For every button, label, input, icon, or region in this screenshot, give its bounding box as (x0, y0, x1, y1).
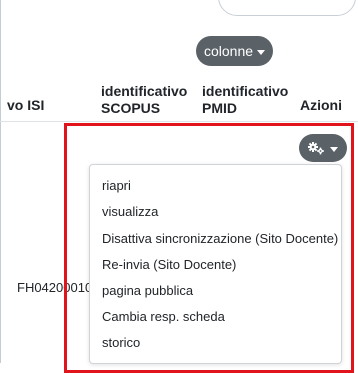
column-header-scopus-line1: identificativo (101, 83, 188, 99)
menu-item-visualizza[interactable]: visualizza (102, 204, 158, 219)
actions-dropdown-button[interactable] (299, 134, 347, 162)
caret-down-icon (330, 146, 338, 152)
gears-icon (308, 141, 324, 154)
table-header-divider (0, 121, 358, 122)
column-header-scopus[interactable]: identificativo SCOPUS (101, 83, 187, 117)
column-header-scopus-line2: SCOPUS (101, 100, 161, 116)
menu-item-pagina-pubblica[interactable]: pagina pubblica (102, 283, 193, 298)
colonne-label: colonne (203, 43, 254, 59)
column-header-pmid-line2: PMID (202, 100, 237, 116)
search-input[interactable] (218, 0, 356, 16)
column-header-isi[interactable]: vo ISI (7, 97, 44, 114)
menu-item-storico[interactable]: storico (102, 335, 140, 350)
menu-item-riapri[interactable]: riapri (102, 178, 131, 193)
menu-item-disattiva-sincronizzazione[interactable]: Disattiva sincronizzazione (Sito Docente… (102, 231, 338, 246)
column-header-azioni: Azioni (300, 97, 342, 113)
actions-dropdown-menu: riapri visualizza Disattiva sincronizzaz… (89, 164, 342, 364)
column-header-pmid-line1: identificativo (202, 83, 289, 99)
menu-item-cambia-resp-scheda[interactable]: Cambia resp. scheda (102, 309, 225, 324)
column-header-pmid[interactable]: identificativo PMID (202, 83, 288, 117)
table-left-border (0, 0, 1, 363)
menu-item-re-invia[interactable]: Re-invia (Sito Docente) (102, 257, 236, 272)
colonne-button[interactable]: colonne (196, 36, 273, 66)
caret-down-icon (257, 49, 266, 55)
